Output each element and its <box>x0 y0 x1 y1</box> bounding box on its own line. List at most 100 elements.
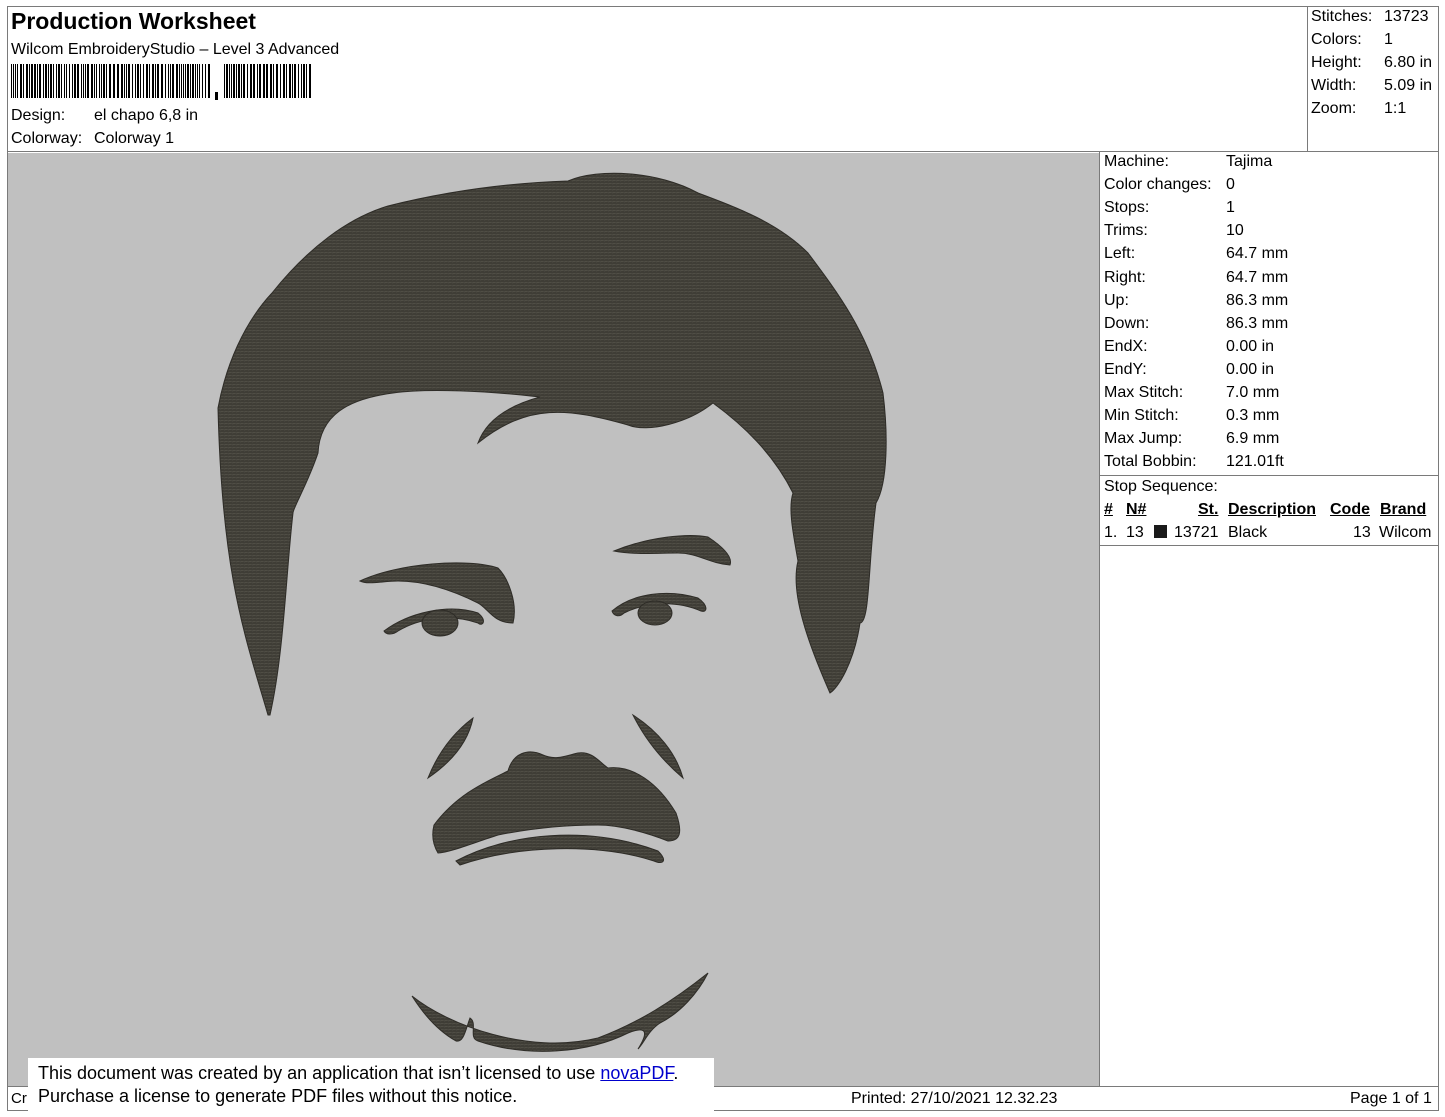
machine-info-value: 121.01ft <box>1226 453 1284 471</box>
notice-prefix: This document was created by an applicat… <box>38 1063 601 1083</box>
summary-label: Stitches: <box>1311 8 1373 25</box>
machine-divider <box>1099 475 1439 476</box>
left-nose-line <box>426 716 474 780</box>
machine-info-value: 7.0 mm <box>1226 384 1280 401</box>
row-stitches: 13721 <box>1174 524 1219 541</box>
machine-info-value: 0.3 mm <box>1226 407 1280 425</box>
row-brand: Wilcom <box>1379 524 1432 541</box>
machine-info-row: EndY: 0.00 in <box>1104 361 1434 381</box>
machine-info-label: Color changes: <box>1104 176 1212 194</box>
machine-info-value: Tajima <box>1226 153 1273 170</box>
colorway-row: Colorway: Colorway 1 <box>11 130 311 150</box>
machine-info-value: 64.7 mm <box>1226 245 1289 263</box>
embroidery-artwork <box>217 172 887 1052</box>
machine-info-label: Max Stitch: <box>1104 384 1184 401</box>
machine-info-value: 1 <box>1226 199 1235 217</box>
summary-label: Zoom: <box>1311 100 1357 117</box>
machine-info-value: 86.3 mm <box>1226 314 1289 332</box>
lower-lip <box>455 834 664 866</box>
app-name: Wilcom EmbroideryStudio – Level 3 Advanc… <box>11 41 340 58</box>
col-brand-header: Brand <box>1380 501 1427 518</box>
machine-info-label: EndY: <box>1104 360 1147 378</box>
machine-info-label: Total Bobbin: <box>1104 453 1197 471</box>
summary-row: Width: 5.09 in <box>1311 77 1436 97</box>
machine-info-label: Trims: <box>1104 222 1148 240</box>
col-description-header: Description <box>1228 501 1317 518</box>
machine-info-row: Down: 86.3 mm <box>1104 315 1434 335</box>
machine-info-row: Right: 64.7 mm <box>1104 269 1434 289</box>
machine-info-label: Max Jump: <box>1104 430 1183 448</box>
page-title: Production Worksheet <box>11 8 256 34</box>
notice-line-1: This document was created by an applicat… <box>38 1062 678 1085</box>
summary-value: 6.80 in <box>1384 54 1433 71</box>
machine-info-row: Total Bobbin: 121.01ft <box>1104 453 1434 473</box>
machine-info-row: Max Stitch: 7.0 mm <box>1104 384 1434 404</box>
notice-suffix: . <box>673 1063 679 1083</box>
right-nose-line <box>631 713 684 780</box>
machine-info-value: 0 <box>1226 176 1235 194</box>
machine-info-row: Color changes: 0 <box>1104 176 1434 196</box>
right-eyebrow <box>612 535 732 566</box>
stop-divider <box>1099 545 1439 546</box>
page-number: Page 1 of 1 <box>1350 1090 1432 1107</box>
col-needle-header: N# <box>1126 501 1147 518</box>
machine-info-label: EndX: <box>1104 337 1148 355</box>
frame-top <box>7 6 1439 7</box>
machine-info-row: Stops: 1 <box>1104 199 1434 219</box>
summary-value: 1:1 <box>1384 100 1407 117</box>
machine-info-row: Min Stitch: 0.3 mm <box>1104 407 1434 427</box>
machine-info-value: 0.00 in <box>1226 337 1275 355</box>
hair <box>217 172 887 716</box>
summary-row: Stitches: 13723 <box>1311 8 1436 28</box>
machine-info-row: Left: 64.7 mm <box>1104 245 1434 265</box>
chin <box>411 972 709 1052</box>
summary-label: Width: <box>1311 77 1357 94</box>
design-label: Design: <box>11 107 66 124</box>
machine-info-row: Up: 86.3 mm <box>1104 292 1434 312</box>
col-num-header: # <box>1104 501 1113 518</box>
frame-right <box>1438 6 1439 1110</box>
machine-info-value: 64.7 mm <box>1226 268 1289 286</box>
row-num: 1. <box>1104 524 1118 541</box>
machine-info-label: Machine: <box>1104 153 1169 170</box>
summary-row: Zoom: 1:1 <box>1311 100 1436 120</box>
right-eye <box>637 600 673 626</box>
notice-line-2: Purchase a license to generate PDF files… <box>38 1086 518 1106</box>
machine-info-value: 86.3 mm <box>1226 291 1289 309</box>
printed-timestamp: Printed: 27/10/2021 12.32.23 <box>851 1090 1058 1107</box>
machine-info-row: Max Jump: 6.9 mm <box>1104 430 1434 450</box>
footer-created-label: Cr <box>11 1090 27 1107</box>
novapdf-link[interactable]: novaPDF <box>600 1063 673 1083</box>
machine-info-value: 10 <box>1226 222 1244 240</box>
row-description: Black <box>1228 524 1268 541</box>
row-needle: 13 <box>1126 524 1144 541</box>
machine-info-label: Left: <box>1104 245 1136 263</box>
machine-info-value: 0.00 in <box>1226 360 1275 378</box>
machine-info-label: Right: <box>1104 268 1146 286</box>
stop-sequence-title: Stop Sequence: <box>1104 478 1218 495</box>
summary-row: Colors: 1 <box>1311 31 1436 51</box>
summary-label: Colors: <box>1311 31 1362 48</box>
machine-info-label: Min Stitch: <box>1104 407 1179 425</box>
summary-label: Height: <box>1311 54 1362 71</box>
machine-info-row: Machine: Tajima <box>1104 153 1434 173</box>
machine-info-row: Trims: 10 <box>1104 222 1434 242</box>
col-stitches-header: St. <box>1198 501 1219 518</box>
barcode <box>11 64 311 100</box>
machine-info-row: EndX: 0.00 in <box>1104 338 1434 358</box>
license-notice: This document was created by an applicat… <box>28 1058 714 1116</box>
side-panel-divider <box>1099 151 1100 1087</box>
left-eye <box>421 609 459 637</box>
machine-info-label: Stops: <box>1104 199 1150 217</box>
colorway-value: Colorway 1 <box>94 130 175 147</box>
summary-value: 5.09 in <box>1384 77 1433 94</box>
design-value: el chapo 6,8 in <box>94 107 199 124</box>
header-divider <box>7 151 1439 152</box>
machine-info-label: Up: <box>1104 291 1129 309</box>
col-code-header: Code <box>1330 501 1370 518</box>
summary-value: 13723 <box>1384 8 1429 25</box>
summary-divider <box>1307 6 1308 152</box>
design-row: Design: el chapo 6,8 in <box>11 107 311 127</box>
row-code: 13 <box>1353 524 1371 541</box>
thread-color-swatch <box>1154 525 1167 538</box>
